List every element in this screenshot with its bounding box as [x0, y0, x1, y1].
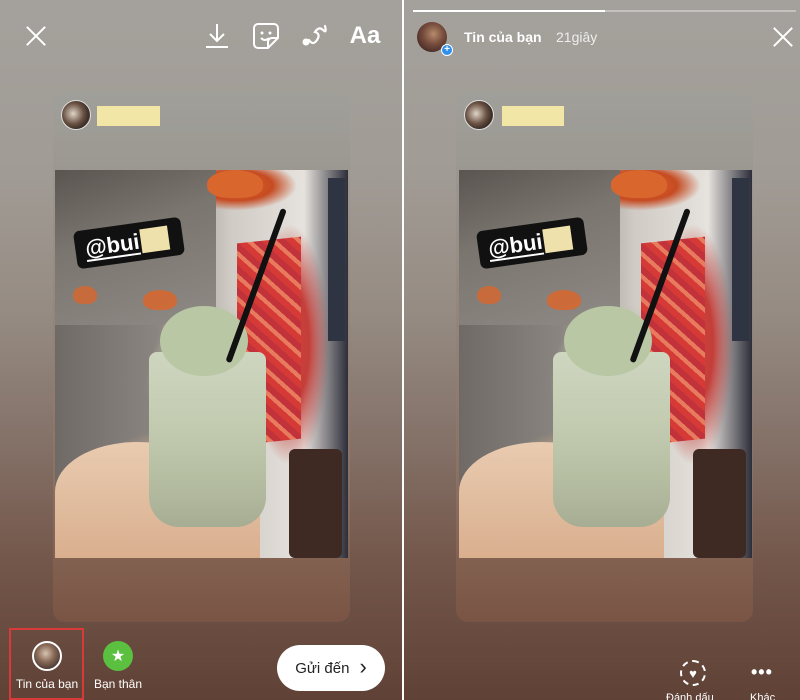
close-icon[interactable] [770, 24, 796, 50]
add-story-plus-icon[interactable]: + [441, 44, 453, 56]
photo-lamp [72, 286, 97, 305]
more-options-icon[interactable]: ••• [751, 662, 773, 683]
story-username[interactable]: Tin của bạn [464, 29, 542, 45]
photo-lamp [142, 290, 177, 311]
post-author-avatar [464, 100, 494, 130]
your-story-avatar [32, 641, 62, 671]
close-icon[interactable] [23, 23, 49, 49]
highlight-label: Đánh dấu [666, 692, 714, 700]
photo-lamp [611, 170, 668, 198]
story-card: @bui [53, 92, 350, 622]
send-to-button[interactable]: Gửi đến › [277, 645, 385, 691]
send-label: Gửi đến [295, 659, 350, 677]
download-icon[interactable] [204, 22, 230, 50]
photo-lamp [546, 290, 581, 311]
story-progress-bar [413, 10, 796, 12]
download-glyph [206, 24, 228, 48]
your-story-label: Tin của bạn [15, 677, 79, 691]
photo-glass [148, 352, 266, 527]
mention-text: @bui [486, 228, 545, 262]
draw-icon[interactable] [301, 22, 331, 50]
mention-redacted [139, 225, 171, 254]
photo-chair [693, 449, 747, 558]
star-icon: ★ [103, 641, 133, 671]
photo-chair [289, 449, 343, 558]
chevron-right-icon: › [359, 654, 367, 679]
draw-glyph [302, 24, 327, 46]
redacted-username [97, 106, 160, 126]
story-progress-fill [413, 10, 605, 12]
story-editor-panel: Aa @bui Tin của bạn ★ Bạn thân Gửi đến › [0, 0, 402, 700]
photo-sign [731, 177, 750, 341]
photo-sign [327, 177, 346, 341]
highlight-heart-icon[interactable]: ♥ [680, 660, 706, 686]
text-tool-button[interactable]: Aa [349, 22, 381, 50]
mention-text: @bui [83, 228, 142, 262]
sticker-icon[interactable] [252, 22, 280, 50]
photo-lamp [207, 170, 264, 198]
share-close-friends[interactable]: ★ Bạn thân [86, 641, 150, 691]
redacted-username [502, 106, 564, 126]
close-friends-label: Bạn thân [93, 677, 143, 691]
post-author-avatar [61, 100, 91, 130]
story-card: @bui [456, 92, 753, 622]
mention-redacted [542, 225, 574, 254]
story-viewer-panel: + Tin của bạn 21giây @bui ♥ Đánh dấu •••… [404, 0, 800, 700]
photo-glass [552, 352, 670, 527]
share-your-story[interactable]: Tin của bạn [12, 641, 82, 691]
photo-lamp [476, 286, 501, 305]
more-label: Khác [750, 692, 776, 700]
sticker-glyph [253, 23, 279, 49]
story-timestamp: 21giây [556, 29, 598, 45]
